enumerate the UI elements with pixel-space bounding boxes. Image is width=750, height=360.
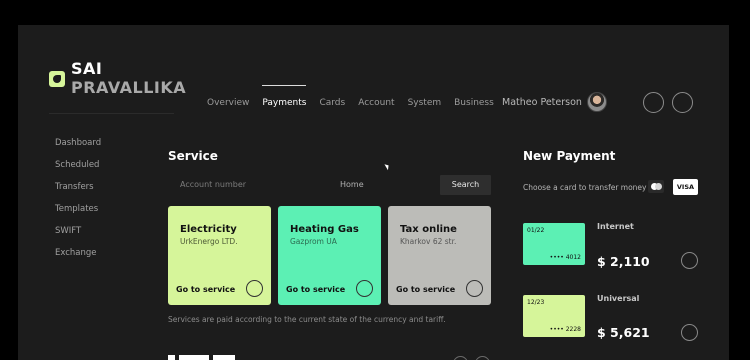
go-to-service-link[interactable]: Go to service (286, 285, 345, 294)
payment-select-button[interactable] (681, 324, 698, 341)
payment-select-button[interactable] (681, 252, 698, 269)
nav-account[interactable]: Account (358, 98, 394, 108)
brand: SAI PRAVALLIKA (49, 59, 186, 97)
card-number: •••• 4012 (549, 254, 581, 261)
service-card-subtitle: UrkEnergo LTD. (180, 237, 238, 246)
service-card-subtitle: Kharkov 62 str. (400, 237, 457, 246)
service-note: Services are paid according to the curre… (168, 315, 446, 324)
brand-line-2: PRAVALLIKA (71, 78, 187, 97)
payment-amount-internet: $ 2,110 (597, 254, 650, 269)
choose-card-text: Choose a card to transfer money (523, 183, 647, 192)
service-card-title: Electricity (180, 224, 237, 235)
card-expiry: 12/23 (527, 299, 545, 306)
nav-payments[interactable]: Payments (262, 85, 307, 108)
card-number: •••• 2228 (549, 326, 581, 333)
avatar[interactable] (587, 92, 607, 112)
brand-divider (49, 113, 174, 114)
card-expiry: 01/22 (527, 227, 545, 234)
header-action-button-2[interactable] (672, 92, 693, 113)
service-card-electricity[interactable]: Electricity UrkEnergo LTD. Go to service (168, 206, 271, 305)
account-number-input[interactable]: Account number (180, 180, 246, 189)
new-payment-title: New Payment (523, 149, 616, 163)
payment-amount-universal: $ 5,621 (597, 325, 650, 340)
payment-label-internet: Internet (597, 222, 634, 231)
logo-icon (49, 71, 65, 87)
user-name[interactable]: Matheo Peterson (502, 97, 582, 108)
next-arrow-button[interactable] (475, 356, 490, 360)
service-card-title: Tax online (400, 224, 457, 235)
next-section-title-cropped (168, 355, 248, 360)
app-window: SAI PRAVALLIKA Overview Payments Cards A… (18, 25, 729, 360)
service-title: Service (168, 149, 218, 163)
search-bar: Account number Home Search (168, 175, 491, 195)
sidebar-item-dashboard[interactable]: Dashboard (55, 138, 101, 160)
mouse-cursor-icon (384, 162, 391, 171)
go-to-service-button[interactable] (246, 280, 263, 297)
nav-cards[interactable]: Cards (319, 98, 345, 108)
sidebar-item-exchange[interactable]: Exchange (55, 248, 101, 270)
payment-label-universal: Universal (597, 294, 640, 303)
service-card-heating-gas[interactable]: Heating Gas Gazprom UA Go to service (278, 206, 381, 305)
visa-icon[interactable]: VISA (673, 179, 698, 195)
payment-card-1[interactable]: 01/22 •••• 4012 (523, 223, 585, 265)
search-button[interactable]: Search (440, 175, 491, 195)
go-to-service-link[interactable]: Go to service (176, 285, 235, 294)
header-action-button-1[interactable] (643, 92, 664, 113)
service-card-subtitle: Gazprom UA (290, 237, 337, 246)
nav-system[interactable]: System (408, 98, 442, 108)
sidebar: Dashboard Scheduled Transfers Templates … (55, 138, 101, 270)
sidebar-item-swift[interactable]: SWIFT (55, 226, 101, 248)
sidebar-item-templates[interactable]: Templates (55, 204, 101, 226)
service-card-title: Heating Gas (290, 224, 359, 235)
top-nav: Overview Payments Cards Account System B… (207, 85, 507, 108)
nav-overview[interactable]: Overview (207, 98, 249, 108)
home-select[interactable]: Home (340, 180, 364, 189)
go-to-service-button[interactable] (356, 280, 373, 297)
brand-name: SAI PRAVALLIKA (71, 59, 186, 97)
service-card-tax-online[interactable]: Tax online Kharkov 62 str. Go to service (388, 206, 491, 305)
sidebar-item-scheduled[interactable]: Scheduled (55, 160, 101, 182)
prev-arrow-button[interactable] (453, 356, 468, 360)
payment-card-2[interactable]: 12/23 •••• 2228 (523, 295, 585, 337)
go-to-service-button[interactable] (466, 280, 483, 297)
mastercard-icon[interactable] (648, 180, 664, 193)
sidebar-item-transfers[interactable]: Transfers (55, 182, 101, 204)
go-to-service-link[interactable]: Go to service (396, 285, 455, 294)
nav-business[interactable]: Business (454, 98, 494, 108)
brand-line-1: SAI (71, 59, 103, 78)
